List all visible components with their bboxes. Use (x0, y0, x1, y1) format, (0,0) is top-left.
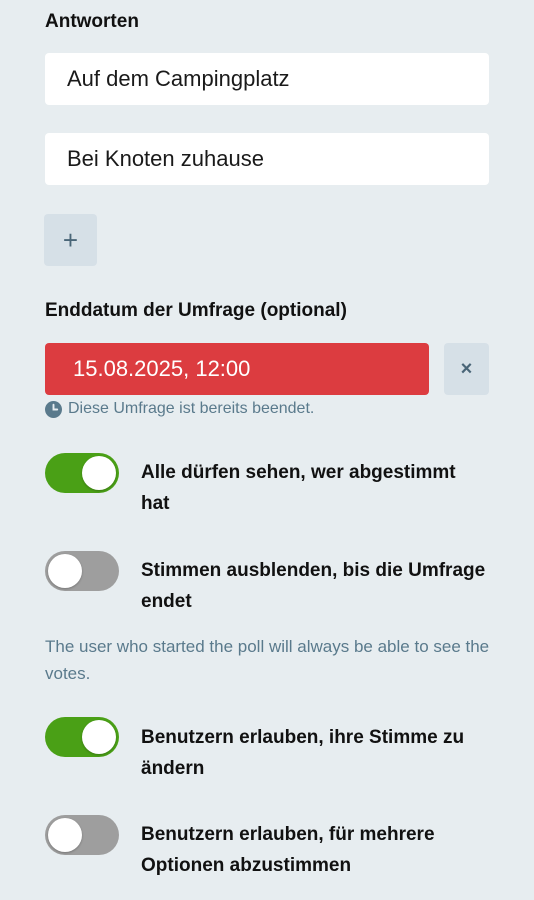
toggle-knob (82, 720, 116, 754)
toggle-multiple-options-label: Benutzern erlauben, für mehrere Optionen… (141, 824, 435, 876)
toggle-knob (48, 554, 82, 588)
add-answer-button[interactable]: + (44, 214, 97, 266)
toggle-change-vote-label: Benutzern erlauben, ihre Stimme zu änder… (141, 727, 465, 779)
enddate-value: 15.08.2025, 12:00 (73, 356, 251, 381)
toggle-knob (82, 456, 116, 490)
toggle-show-voters-label: Alle dürfen sehen, wer abgestimmt hat (141, 462, 456, 514)
toggle-hide-votes[interactable] (45, 551, 119, 591)
help-text: The user who started the poll will alway… (45, 637, 490, 683)
answer-input-1[interactable] (45, 53, 489, 105)
toggle-hide-votes-label: Stimmen ausblenden, bis die Umfrage ende… (141, 560, 486, 612)
toggle-knob (48, 818, 82, 852)
toggle-multiple-options[interactable] (45, 815, 119, 855)
close-icon: × (460, 357, 473, 380)
answer-input-2[interactable] (45, 133, 489, 185)
enddate-field[interactable]: 15.08.2025, 12:00 (45, 343, 429, 395)
enddate-title: Enddatum der Umfrage (optional) (45, 300, 347, 321)
plus-icon: + (62, 224, 79, 255)
notice-text: Diese Umfrage ist bereits beendet. (68, 400, 315, 417)
toggle-change-vote[interactable] (45, 717, 119, 757)
toggle-show-voters[interactable] (45, 453, 119, 493)
enddate-notice: Diese Umfrage ist bereits beendet. (45, 398, 314, 420)
clock-icon (45, 400, 62, 418)
answers-title: Antworten (45, 11, 139, 32)
clear-enddate-button[interactable]: × (444, 343, 489, 395)
